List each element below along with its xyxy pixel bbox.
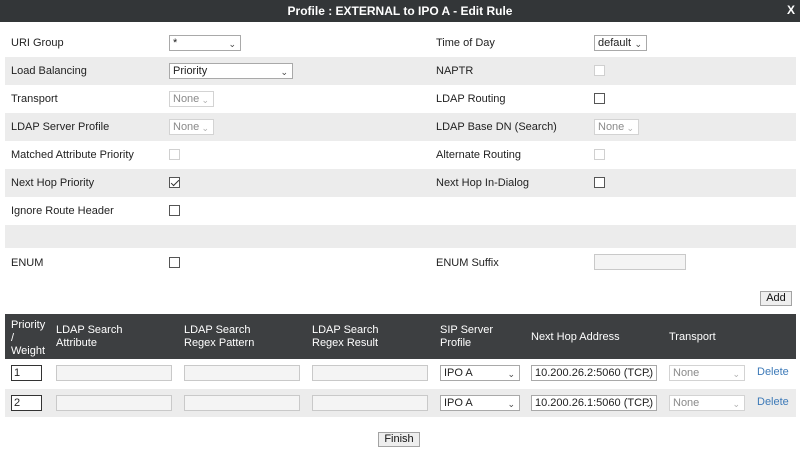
- form-row-ignore-route-header: Ignore Route Header: [5, 197, 796, 225]
- next-hop-table: Priority / Weight LDAP Search Attribute …: [5, 314, 796, 417]
- next-hop-address-select[interactable]: 10.200.26.2:5060 (TCP) ⌄: [531, 365, 657, 381]
- enum-suffix-input[interactable]: [594, 254, 686, 270]
- ldap-search-regex-result-input[interactable]: [312, 395, 428, 411]
- chevron-down-icon: ⌄: [644, 369, 652, 379]
- form-row-enum: ENUM ENUM Suffix: [5, 248, 796, 278]
- alternate-routing-label: Alternate Routing: [436, 149, 521, 161]
- add-button[interactable]: Add: [760, 291, 792, 306]
- chevron-down-icon: ⌄: [507, 369, 515, 379]
- enum-label: ENUM: [11, 257, 44, 269]
- header-ldap-search-attribute: LDAP Search Attribute: [56, 324, 123, 349]
- form-row-uri-group: URI Group * ⌄ Time of Day default ⌄: [5, 29, 796, 57]
- delete-link[interactable]: Delete: [757, 366, 789, 378]
- chevron-down-icon: ⌄: [201, 123, 209, 133]
- ldap-search-regex-result-input[interactable]: [312, 365, 428, 381]
- ldap-routing-checkbox[interactable]: [594, 93, 605, 104]
- priority-input[interactable]: 2: [11, 395, 42, 411]
- time-of-day-label: Time of Day: [436, 37, 495, 49]
- form-row-matched-attribute-priority: Matched Attribute Priority Alternate Rou…: [5, 141, 796, 169]
- header-next-hop-address: Next Hop Address: [531, 331, 620, 343]
- form-row-load-balancing: Load Balancing Priority ⌄ NAPTR: [5, 57, 796, 85]
- next-hop-in-dialog-label: Next Hop In-Dialog: [436, 177, 529, 189]
- table-row: 2 IPO A ⌄ 10.200.26.1:5060 (TCP) ⌄ None ⌄ D…: [5, 389, 796, 417]
- rule-form: URI Group * ⌄ Time of Day default ⌄ Load B…: [5, 29, 796, 278]
- next-hop-priority-label: Next Hop Priority: [11, 177, 95, 189]
- uri-group-select[interactable]: * ⌄: [169, 35, 241, 51]
- matched-attribute-priority-checkbox[interactable]: [169, 149, 180, 160]
- chevron-down-icon: ⌄: [507, 399, 515, 409]
- form-row-next-hop-priority: Next Hop Priority Next Hop In-Dialog: [5, 169, 796, 197]
- delete-link[interactable]: Delete: [757, 396, 789, 408]
- ldap-search-attribute-input[interactable]: [56, 365, 172, 381]
- dialog-title: Profile : EXTERNAL to IPO A - Edit Rule: [287, 4, 513, 18]
- naptr-checkbox[interactable]: [594, 65, 605, 76]
- ldap-base-dn-label: LDAP Base DN (Search): [436, 121, 557, 133]
- transport-select[interactable]: None ⌄: [169, 91, 214, 107]
- chevron-down-icon: ⌄: [228, 39, 236, 49]
- ldap-search-attribute-input[interactable]: [56, 395, 172, 411]
- uri-group-label: URI Group: [11, 37, 64, 49]
- chevron-down-icon: ⌄: [280, 67, 288, 77]
- next-hop-address-select[interactable]: 10.200.26.1:5060 (TCP) ⌄: [531, 395, 657, 411]
- header-sip-server-profile: SIP Server Profile: [440, 324, 493, 349]
- sip-server-profile-select[interactable]: IPO A ⌄: [440, 365, 520, 381]
- transport-select[interactable]: None ⌄: [669, 365, 745, 381]
- enum-checkbox[interactable]: [169, 257, 180, 268]
- close-button[interactable]: X: [787, 3, 795, 17]
- priority-input[interactable]: 1: [11, 365, 42, 381]
- form-row-transport: Transport None ⌄ LDAP Routing: [5, 85, 796, 113]
- sip-server-profile-select[interactable]: IPO A ⌄: [440, 395, 520, 411]
- header-transport: Transport: [669, 331, 716, 343]
- ldap-server-profile-select[interactable]: None ⌄: [169, 119, 214, 135]
- next-hop-priority-checkbox[interactable]: [169, 177, 180, 188]
- matched-attribute-priority-label: Matched Attribute Priority: [11, 149, 134, 161]
- header-ldap-search-regex-result: LDAP Search Regex Result: [312, 324, 379, 349]
- dialog-title-bar: Profile : EXTERNAL to IPO A - Edit Rule …: [0, 0, 800, 22]
- ldap-search-regex-pattern-input[interactable]: [184, 395, 300, 411]
- ldap-search-regex-pattern-input[interactable]: [184, 365, 300, 381]
- chevron-down-icon: ⌄: [634, 39, 642, 49]
- chevron-down-icon: ⌄: [644, 399, 652, 409]
- transport-select[interactable]: None ⌄: [669, 395, 745, 411]
- ldap-routing-label: LDAP Routing: [436, 93, 506, 105]
- header-ldap-search-regex-pattern: LDAP Search Regex Pattern: [184, 324, 255, 349]
- time-of-day-select[interactable]: default ⌄: [594, 35, 647, 51]
- enum-suffix-label: ENUM Suffix: [436, 257, 499, 269]
- ldap-base-dn-select[interactable]: None ⌄: [594, 119, 639, 135]
- finish-button[interactable]: Finish: [378, 432, 420, 447]
- ignore-route-header-checkbox[interactable]: [169, 205, 180, 216]
- next-hop-in-dialog-checkbox[interactable]: [594, 177, 605, 188]
- table-header: Priority / Weight LDAP Search Attribute …: [5, 314, 796, 359]
- load-balancing-label: Load Balancing: [11, 65, 87, 77]
- naptr-label: NAPTR: [436, 65, 474, 77]
- chevron-down-icon: ⌄: [732, 369, 740, 379]
- alternate-routing-checkbox[interactable]: [594, 149, 605, 160]
- chevron-down-icon: ⌄: [732, 399, 740, 409]
- ldap-server-profile-label: LDAP Server Profile: [11, 121, 110, 133]
- chevron-down-icon: ⌄: [626, 123, 634, 133]
- ignore-route-header-label: Ignore Route Header: [11, 205, 114, 217]
- load-balancing-select[interactable]: Priority ⌄: [169, 63, 293, 79]
- transport-label: Transport: [11, 93, 58, 105]
- chevron-down-icon: ⌄: [201, 95, 209, 105]
- form-row-ldap-server-profile: LDAP Server Profile None ⌄ LDAP Base DN (…: [5, 113, 796, 141]
- form-spacer-row: [5, 225, 796, 248]
- header-priority-weight: Priority / Weight: [11, 319, 46, 357]
- table-row: 1 IPO A ⌄ 10.200.26.2:5060 (TCP) ⌄ None ⌄ D…: [5, 359, 796, 387]
